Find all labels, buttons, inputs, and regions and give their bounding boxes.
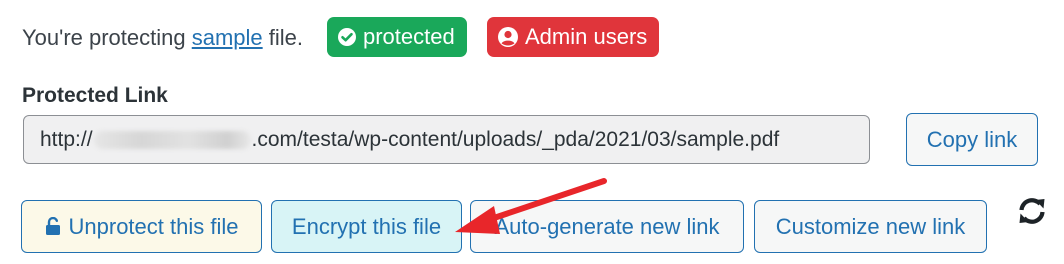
protected-link-field[interactable]: http:// .com/testa/wp-content/uploads/_p… [23,115,870,164]
protection-panel: You're protecting sample file. protected… [0,0,1064,264]
status-prefix: You're protecting [22,25,192,50]
unprotect-file-button[interactable]: Unprotect this file [21,200,262,253]
admin-badge-label: Admin users [525,24,648,49]
url-prefix: http:// [40,127,93,151]
auto-generate-link-button[interactable]: Auto-generate new link [470,200,744,253]
customize-link-button[interactable]: Customize new link [754,200,987,253]
file-link[interactable]: sample [192,25,263,51]
protected-link-label: Protected Link [22,84,168,107]
copy-link-button[interactable]: Copy link [906,113,1038,166]
blurred-domain [93,130,251,149]
refresh-icon[interactable] [1017,196,1047,226]
protection-status: You're protecting sample file. [22,18,303,58]
status-suffix: file. [262,25,304,50]
check-circle-icon [338,28,356,46]
unprotect-label: Unprotect this file [68,213,239,239]
user-circle-icon [498,27,518,47]
encrypt-file-button[interactable]: Encrypt this file [271,200,462,253]
protected-badge-label: protected [363,24,455,49]
protected-badge: protected [327,17,467,57]
admin-users-badge: Admin users [487,17,660,57]
url-suffix: .com/testa/wp-content/uploads/_pda/2021/… [251,127,780,151]
unlock-icon [45,217,60,235]
